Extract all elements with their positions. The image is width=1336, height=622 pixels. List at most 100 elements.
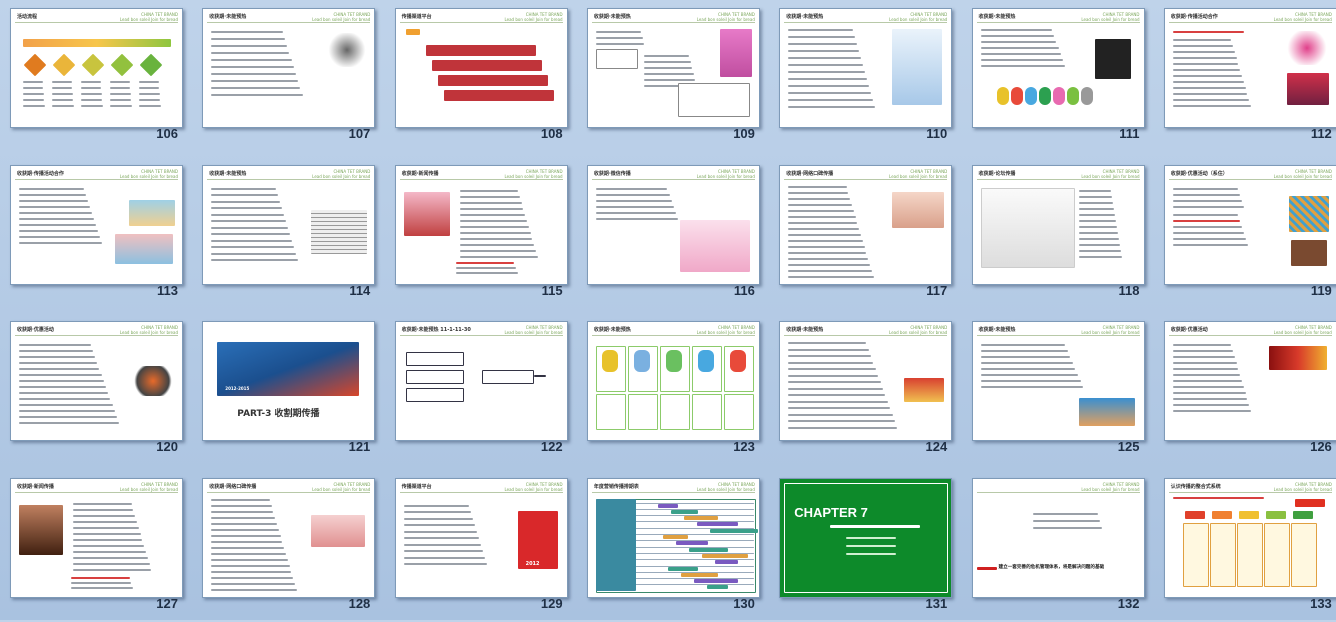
slide-cell: 收获期·未能预热 CHINA TET BRAND Lead bon soleil J…	[192, 0, 376, 152]
text-line	[1172, 243, 1248, 246]
text-line	[211, 220, 287, 222]
text-line	[788, 36, 856, 38]
slide-thumbnail[interactable]: 收获期·微信传播 CHINA TET BRAND Lead bon soleil J…	[586, 164, 760, 285]
slide-number: 130	[733, 595, 755, 611]
column-box	[1182, 522, 1209, 587]
header-rule	[591, 335, 755, 336]
gantt-bar	[696, 522, 738, 527]
slide-cell: 收获期·未能预热 CHINA TET BRAND Lead bon soleil J…	[769, 0, 953, 152]
slide-thumbnail[interactable]: 传播渠道平台 CHINA TET BRAND Lead bon soleil Joi…	[394, 477, 568, 598]
slide-thumbnail[interactable]: 收获期·未能预热 CHINA TET BRAND Lead bon soleil J…	[202, 8, 376, 128]
text-line	[788, 50, 860, 52]
text-line	[52, 87, 73, 89]
text-line	[71, 581, 132, 584]
text-line	[1172, 356, 1235, 358]
text-line	[211, 582, 295, 585]
slide-cell: 收获期·未能预热 CHINA TET BRAND Lead bon soleil J…	[192, 157, 376, 309]
slide-thumbnail[interactable]: 收获期·网络口碑传播 CHINA TET BRAND Lead bon soleil…	[202, 477, 376, 598]
slide-cell: 收获期·未能预热 CHINA TET BRAND Lead bon soleil J…	[577, 313, 760, 465]
text-line	[139, 105, 161, 107]
text-line	[788, 221, 858, 224]
text-line	[1032, 526, 1102, 529]
text-line	[788, 78, 868, 80]
text-line	[1172, 81, 1244, 83]
text-line	[211, 194, 279, 196]
slide-thumbnail[interactable]: 收获期·传播活动合作 CHINA TET BRAND Lead bon soleil…	[10, 164, 183, 285]
slide-cell: 收获期·未能预热 11-1-11-30 CHINA TET BRAND Lead b…	[385, 313, 568, 465]
slide-thumbnail[interactable]: 收获期·论坛传播 CHINA TET BRAND Lead bon soleil J…	[971, 164, 1145, 285]
text-line	[211, 73, 296, 75]
text-line	[23, 87, 44, 89]
flow-diamond	[139, 53, 163, 77]
text-line	[788, 85, 870, 87]
slide-title: 收获期·优惠活动（系住）	[1170, 170, 1228, 177]
slide-cell: PART-3 收割期传播 2012-2015 121	[192, 313, 376, 465]
slide-title: 传播渠道平台	[401, 14, 432, 20]
slide-thumbnail[interactable]: PART-3 收割期传播 2012-2015	[202, 321, 376, 441]
brand-tagline: CHINA TET BRAND Lead bon soleil Join for …	[120, 169, 178, 179]
text-line	[1172, 69, 1241, 71]
slide-title: 认识传播的整合式系统	[1170, 483, 1221, 490]
slide-thumbnail[interactable]: 收获期·未能预热 11-1-11-30 CHINA TET BRAND Lead b…	[394, 321, 568, 441]
text-line	[1172, 496, 1264, 499]
slide-cell: 收获期·网络口碑传播 CHINA TET BRAND Lead bon soleil…	[192, 470, 376, 622]
slide-title: 收获期·未能预热	[786, 327, 824, 333]
slide-number: 107	[348, 126, 371, 141]
slide-thumbnail[interactable]: 收获期·未能预热 CHINA TET BRAND Lead bon soleil J…	[202, 164, 376, 285]
text-line	[1078, 243, 1120, 246]
text-line	[1172, 219, 1240, 222]
text-line	[403, 504, 469, 507]
part-title: PART-3 收割期传播	[237, 409, 320, 419]
header-rule	[399, 178, 563, 180]
slide-thumbnail[interactable]: 传播渠道平台 CHINA TET BRAND Lead bon soleil Joi…	[394, 8, 568, 128]
brand-tagline: CHINA TET BRAND Lead bon soleil Join for …	[504, 325, 562, 335]
text-line	[459, 255, 538, 258]
text-line	[980, 41, 1057, 43]
slide-thumbnail[interactable]: 收获期·未能预热 CHINA TET BRAND Lead bon soleil J…	[586, 8, 760, 128]
slide-thumbnail[interactable]: 收获期·未能预热 CHINA TET BRAND Lead bon soleil J…	[779, 8, 953, 128]
slide-cell: 收获期·未能预热 CHINA TET BRAND Lead bon soleil J…	[962, 313, 1145, 465]
column-box	[1263, 522, 1290, 587]
brand-tagline: CHINA TET BRAND Lead bon soleil Join for …	[312, 482, 370, 492]
text-line	[211, 510, 274, 513]
text-line	[211, 59, 292, 61]
family-photo	[19, 504, 63, 555]
slide-thumbnail[interactable]: CHAPTER 7	[779, 477, 953, 598]
slide-thumbnail[interactable]: 收获期·未能预热 CHINA TET BRAND Lead bon soleil J…	[779, 321, 953, 441]
text-line	[788, 368, 876, 370]
slide-thumbnail[interactable]: 收获期·优惠活动 CHINA TET BRAND Lead bon soleil J…	[10, 321, 183, 441]
text-line	[788, 29, 854, 31]
slide-number: 118	[1118, 282, 1140, 298]
slide-title: 收获期·未能预热	[978, 14, 1016, 20]
slide-thumbnail[interactable]: 认识传播的整合式系统 CHINA TET BRAND Lead bon soleil…	[1163, 477, 1336, 598]
text-line	[980, 53, 1061, 55]
slide-thumbnail[interactable]: 收获期·未能预热 CHINA TET BRAND Lead bon soleil J…	[971, 321, 1145, 441]
slide-thumbnail[interactable]: 收获期·新闻传播 CHINA TET BRAND Lead bon soleil J…	[394, 164, 568, 285]
text-line	[1172, 187, 1238, 190]
slide-thumbnail[interactable]: 收获期·未能预热 CHINA TET BRAND Lead bon soleil J…	[971, 8, 1145, 128]
slide-thumbnail[interactable]: 收获期·优惠活动（系住） CHINA TET BRAND Lead bon sole…	[1163, 164, 1336, 285]
text-line	[19, 211, 92, 214]
arrow-tag	[1265, 510, 1286, 519]
slide-number: 108	[540, 126, 563, 141]
slide-thumbnail[interactable]: 收获期·传播活动合作 CHINA TET BRAND Lead bon soleil…	[1163, 8, 1336, 128]
slide-thumbnail[interactable]: 年度营销传播排期表 CHINA TET BRAND Lead bon soleil …	[586, 477, 760, 598]
slide-thumbnail[interactable]: 收获期·网络口碑传播 CHINA TET BRAND Lead bon soleil…	[779, 164, 953, 285]
gantt-bar	[670, 509, 698, 514]
flow-arrow	[533, 375, 546, 377]
mascot-figure	[1052, 87, 1065, 105]
header-rule	[1168, 178, 1332, 180]
slide-thumbnail[interactable]: 活动流程 CHINA TET BRAND Lead bon soleil Join …	[10, 8, 183, 128]
text-line	[788, 185, 847, 188]
slide-cell: 收获期·论坛传播 CHINA TET BRAND Lead bon soleil J…	[962, 157, 1145, 309]
header-rule	[784, 178, 948, 180]
slide-thumbnail[interactable]: CHINA TET BRAND Lead bon soleil Join for …	[971, 477, 1145, 598]
mascot-figure	[1080, 87, 1093, 105]
text-line	[73, 532, 141, 535]
website-screenshot	[980, 187, 1075, 268]
slide-thumbnail[interactable]: 收获期·优惠活动 CHINA TET BRAND Lead bon soleil J…	[1163, 321, 1336, 441]
slide-thumbnail[interactable]: 收获期·新闻传播 CHINA TET BRAND Lead bon soleil J…	[10, 477, 183, 598]
kids-photo	[129, 199, 175, 226]
text-line	[73, 508, 134, 511]
slide-thumbnail[interactable]: 收获期·未能预热 CHINA TET BRAND Lead bon soleil J…	[586, 321, 760, 441]
